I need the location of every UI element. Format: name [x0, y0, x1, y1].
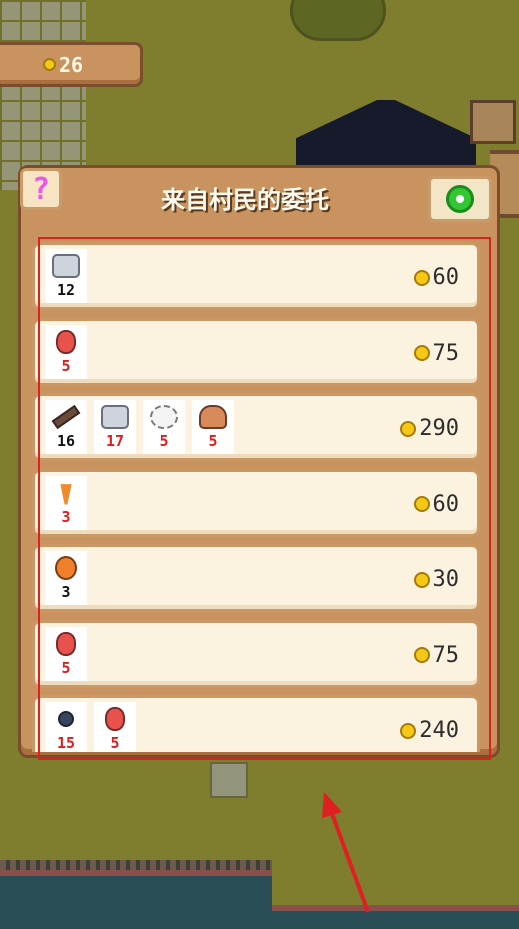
water-area — [0, 870, 272, 929]
annotation-highlight-box — [38, 237, 491, 760]
stone-tile — [210, 762, 248, 798]
panel-title: 来自村民的委托 — [161, 186, 329, 214]
refresh-button[interactable] — [428, 176, 492, 222]
coin-counter: 26 — [0, 42, 143, 87]
coin-count: 26 — [59, 52, 84, 77]
coin-icon — [43, 58, 56, 71]
wooden-crate — [470, 100, 516, 144]
annotation-arrow — [322, 792, 370, 913]
tree-canopy — [290, 0, 386, 41]
help-button[interactable]: ? — [20, 168, 62, 210]
stone-path — [0, 0, 86, 190]
refresh-icon — [446, 185, 474, 213]
water-area-right — [272, 905, 519, 929]
help-icon: ? — [31, 171, 51, 207]
